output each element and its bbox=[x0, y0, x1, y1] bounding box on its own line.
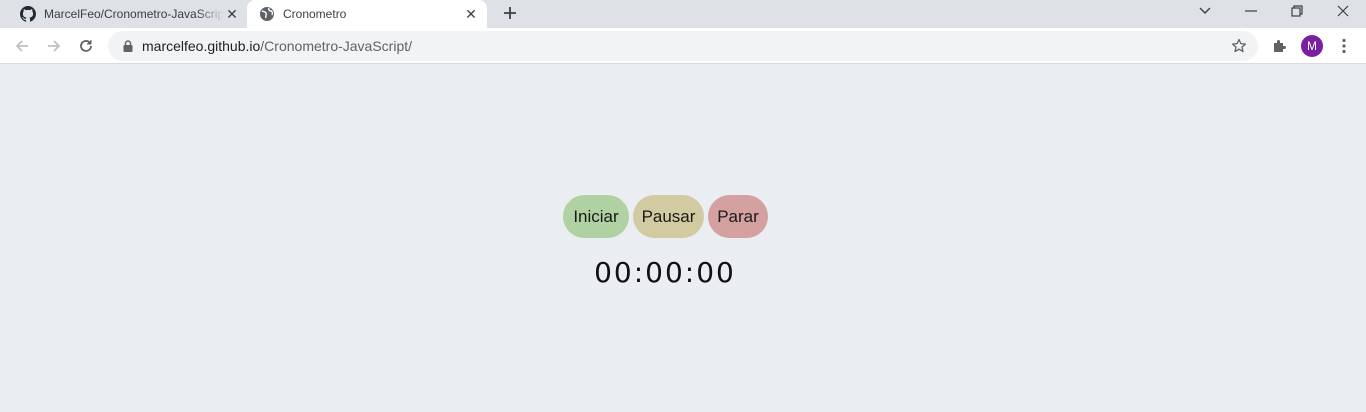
minimize-icon bbox=[1245, 10, 1257, 12]
tab-title: Cronometro bbox=[283, 7, 347, 21]
pause-button[interactable]: Pausar bbox=[633, 195, 704, 238]
chevron-down-icon bbox=[1199, 7, 1211, 14]
avatar[interactable]: M bbox=[1301, 35, 1323, 57]
close-tab-icon[interactable]: ✕ bbox=[224, 6, 240, 22]
page-content: Iniciar Pausar Parar 00:00:00 bbox=[0, 65, 1366, 412]
kebab-menu-icon bbox=[1342, 38, 1346, 54]
restore-icon bbox=[1291, 5, 1303, 17]
timer-display: 00:00:00 bbox=[594, 256, 736, 289]
new-tab-button[interactable] bbox=[499, 2, 521, 24]
start-button[interactable]: Iniciar bbox=[563, 195, 629, 238]
menu-button[interactable] bbox=[1330, 32, 1358, 60]
url-host: marcelfeo.github.io bbox=[142, 38, 261, 54]
minimize-button[interactable] bbox=[1228, 0, 1274, 22]
reload-icon bbox=[80, 40, 92, 52]
puzzle-icon bbox=[1274, 40, 1286, 52]
tab-github[interactable]: MarcelFeo/Cronometro-JavaScript ✕ bbox=[8, 0, 248, 28]
bookmark-star-icon[interactable] bbox=[1230, 37, 1248, 55]
url-path: /Cronometro-JavaScript/ bbox=[260, 38, 413, 54]
address-bar[interactable]: marcelfeo.github.io/Cronometro-JavaScrip… bbox=[108, 31, 1258, 61]
close-tab-icon[interactable]: ✕ bbox=[463, 6, 479, 22]
lock-icon[interactable] bbox=[120, 40, 136, 52]
tab-search-button[interactable] bbox=[1182, 0, 1228, 22]
back-arrow-icon bbox=[15, 40, 28, 52]
tab-strip: MarcelFeo/Cronometro-JavaScript ✕ Cronom… bbox=[0, 0, 1366, 28]
close-icon bbox=[1337, 5, 1349, 17]
globe-icon bbox=[259, 6, 275, 22]
tab-cronometro[interactable]: Cronometro ✕ bbox=[247, 0, 487, 28]
back-button[interactable] bbox=[8, 32, 36, 60]
forward-button[interactable] bbox=[40, 32, 68, 60]
url-text: marcelfeo.github.io/Cronometro-JavaScrip… bbox=[142, 38, 412, 54]
stop-button[interactable]: Parar bbox=[708, 195, 768, 238]
restore-button[interactable] bbox=[1274, 0, 1320, 22]
github-icon bbox=[20, 6, 36, 22]
tab-title: MarcelFeo/Cronometro-JavaScript bbox=[44, 7, 224, 21]
forward-arrow-icon bbox=[48, 40, 61, 52]
close-window-button[interactable] bbox=[1320, 0, 1366, 22]
plus-icon bbox=[504, 7, 516, 19]
extensions-button[interactable] bbox=[1265, 32, 1293, 60]
browser-toolbar: marcelfeo.github.io/Cronometro-JavaScrip… bbox=[0, 28, 1366, 64]
reload-button[interactable] bbox=[72, 32, 100, 60]
